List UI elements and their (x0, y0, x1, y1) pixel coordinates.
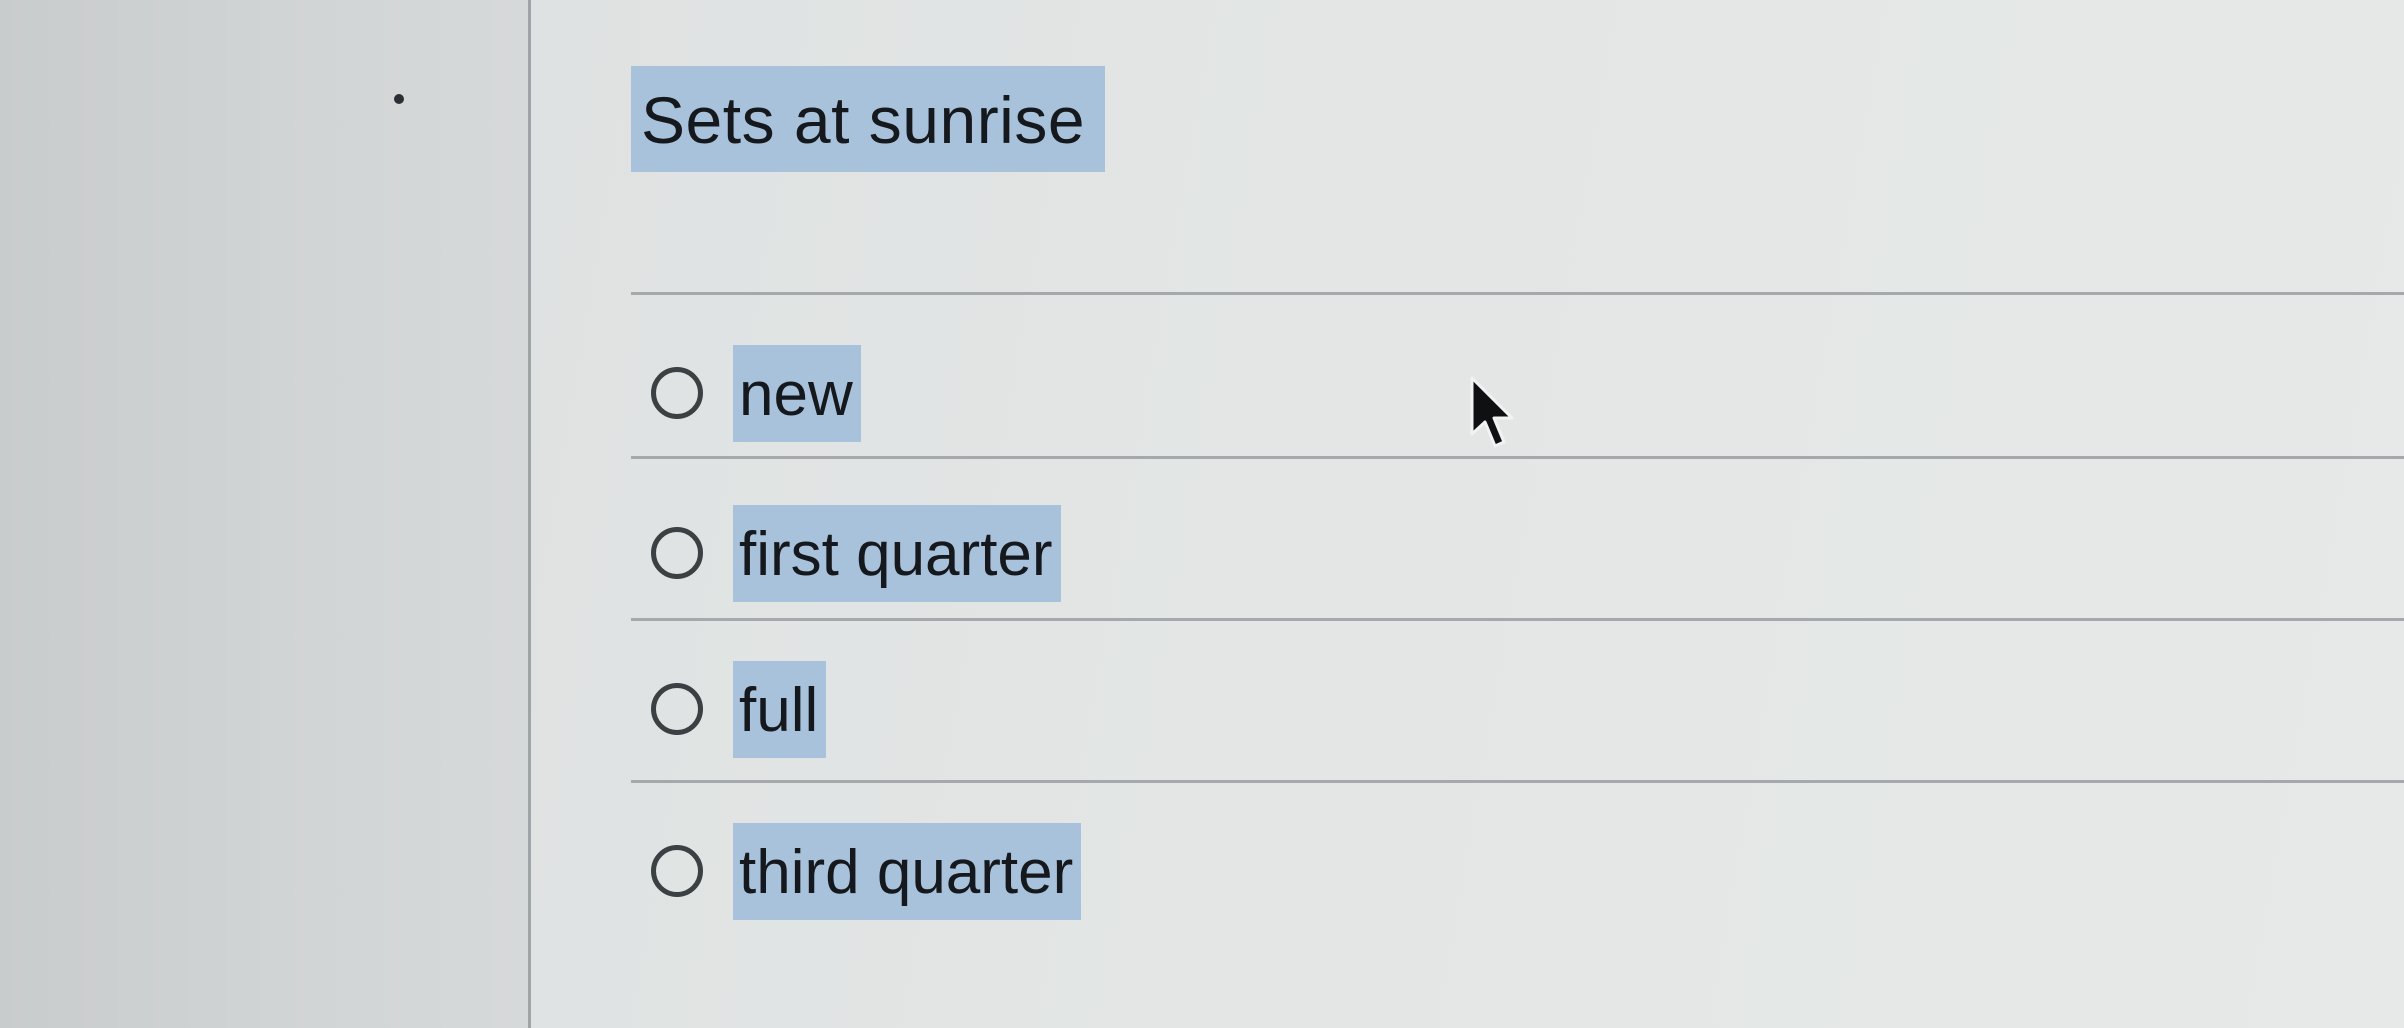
mouse-pointer-icon (1470, 376, 1514, 448)
divider (631, 618, 2404, 621)
page-margin (0, 0, 528, 1028)
option-third-quarter[interactable]: third quarter (651, 816, 1082, 926)
option-first-quarter[interactable]: first quarter (651, 498, 1061, 608)
radio-unchecked-icon[interactable] (651, 527, 703, 579)
divider (631, 780, 2404, 783)
question-text: Sets at sunrise (631, 66, 1106, 172)
divider (631, 456, 2404, 459)
option-label: third quarter (733, 822, 1082, 920)
option-label: new (733, 344, 861, 442)
radio-unchecked-icon[interactable] (651, 845, 703, 897)
question-panel: Sets at sunrise new first quarter full t… (528, 0, 2404, 1028)
option-label: full (733, 660, 827, 758)
divider (631, 292, 2404, 295)
radio-unchecked-icon[interactable] (651, 683, 703, 735)
bullet-dot (394, 94, 404, 104)
option-full[interactable]: full (651, 654, 827, 764)
radio-unchecked-icon[interactable] (651, 367, 703, 419)
option-label: first quarter (733, 504, 1061, 602)
option-new[interactable]: new (651, 338, 861, 448)
